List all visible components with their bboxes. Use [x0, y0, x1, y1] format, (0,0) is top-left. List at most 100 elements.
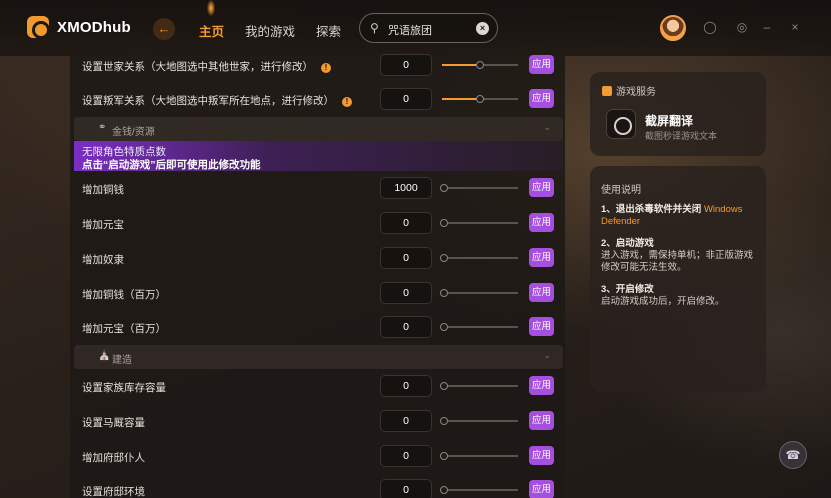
game-service-card: 游戏服务 截屏翻译 截图秒译游戏文本 [590, 72, 766, 156]
value-input[interactable]: 0 [380, 88, 432, 110]
arrow-left-icon: ← [157, 21, 171, 36]
instructions-title: 使用说明 [601, 185, 641, 196]
apply-button[interactable]: 应用 [529, 480, 554, 498]
clear-search-button[interactable]: × [476, 22, 489, 35]
mod-label: 增加铜钱（百万） [82, 289, 166, 301]
value-slider[interactable] [440, 323, 518, 331]
value-slider[interactable] [440, 289, 518, 297]
main-nav: 主页 我的游戏 探索 [199, 21, 362, 40]
game-service-header: 游戏服务 [602, 83, 656, 98]
apply-button[interactable]: 应用 [529, 446, 554, 465]
notice-banner: 无限角色特质点数 点击“启动游戏”后即可使用此修改功能 [74, 141, 563, 171]
value-slider[interactable] [442, 95, 518, 103]
section-title: 建造 [112, 355, 132, 366]
nav-my-games[interactable]: 我的游戏 [245, 21, 295, 40]
value-input[interactable]: 0 [380, 282, 432, 304]
chevron-down-icon: ⌄ [543, 122, 551, 132]
settings-icon[interactable]: ◎ [735, 20, 749, 34]
active-tab-glow [207, 0, 215, 16]
apply-button[interactable]: 应用 [529, 55, 554, 74]
instruction-step: 1、退出杀毒软件并关闭 Windows Defender [601, 204, 743, 227]
apply-button[interactable]: 应用 [529, 248, 554, 267]
mod-row: 设置家族库存容量 0 应用 [70, 369, 565, 404]
mod-label: 设置府邸环境 [82, 486, 145, 498]
apply-button[interactable]: 应用 [529, 411, 554, 430]
translate-icon[interactable] [606, 109, 636, 139]
app-name: XMODhub [57, 18, 131, 36]
money-bag-icon: ⚭ [98, 122, 107, 133]
warning-icon: ! [321, 63, 331, 73]
mod-label: 设置世家关系（大地图选中其他世家，进行修改）! [82, 59, 331, 74]
mod-row: 设置叛军关系（大地图选中叛军所在地点，进行修改）! 0 应用 [70, 82, 565, 117]
mod-row: 增加铜钱（百万） 0 应用 [70, 276, 565, 311]
apply-button[interactable]: 应用 [529, 283, 554, 302]
instruction-step: 3、开启修改 启动游戏成功后，开启修改。 [601, 284, 725, 307]
avatar[interactable] [660, 15, 686, 41]
chevron-down-icon: ⌄ [543, 350, 551, 360]
value-slider[interactable] [440, 486, 518, 494]
tool-title[interactable]: 截屏翻译 [645, 112, 693, 129]
mod-row: 增加府邸仆人 0 应用 [70, 439, 565, 474]
value-input[interactable]: 0 [380, 410, 432, 432]
mod-row: 设置府邸环境 0 应用 [70, 473, 565, 498]
tool-description: 截图秒译游戏文本 [645, 131, 718, 141]
value-slider[interactable] [440, 417, 518, 425]
apply-button[interactable]: 应用 [529, 213, 554, 232]
value-input[interactable]: 1000 [380, 177, 432, 199]
apply-button[interactable]: 应用 [529, 317, 554, 336]
mod-label: 增加元宝（百万） [82, 323, 166, 335]
value-slider[interactable] [440, 254, 518, 262]
value-input[interactable]: 0 [380, 212, 432, 234]
headset-icon: ☎ [785, 448, 801, 462]
mod-label: 设置马厩容量 [82, 417, 145, 429]
back-button[interactable]: ← [153, 18, 175, 40]
mod-row: 增加元宝 0 应用 [70, 206, 565, 241]
value-slider[interactable] [440, 219, 518, 227]
value-slider[interactable] [440, 382, 518, 390]
mod-row: 增加铜钱 1000 应用 [70, 171, 565, 206]
mod-label: 增加元宝 [82, 219, 124, 231]
nav-explore[interactable]: 探索 [316, 21, 341, 40]
value-slider[interactable] [442, 61, 518, 69]
value-slider[interactable] [440, 184, 518, 192]
close-icon[interactable]: × [788, 20, 802, 34]
warning-icon: ! [342, 97, 352, 107]
logo: XMODhub [27, 16, 131, 39]
search-input[interactable]: ⚲ 咒语旅团 × [359, 13, 498, 43]
mod-label: 设置叛军关系（大地图选中叛军所在地点，进行修改）! [82, 93, 352, 108]
nav-home[interactable]: 主页 [199, 21, 224, 40]
section-money[interactable]: ⚭ 金钱/资源 ⌄ [74, 117, 563, 141]
value-input[interactable]: 0 [380, 247, 432, 269]
minimize-icon[interactable]: – [760, 20, 774, 34]
apply-button[interactable]: 应用 [529, 89, 554, 108]
mod-row: 设置世家关系（大地图选中其他世家，进行修改）! 0 应用 [70, 48, 565, 83]
value-input[interactable]: 0 [380, 479, 432, 498]
mod-row: 增加奴隶 0 应用 [70, 241, 565, 276]
banner-hint: 点击“启动游戏”后即可使用此修改功能 [82, 159, 261, 171]
section-title: 金钱/资源 [112, 127, 155, 138]
gift-icon [602, 86, 612, 96]
value-slider[interactable] [440, 452, 518, 460]
value-input[interactable]: 0 [380, 54, 432, 76]
value-input[interactable]: 0 [380, 375, 432, 397]
mod-label: 增加铜钱 [82, 184, 124, 196]
instructions-card: 使用说明 1、退出杀毒软件并关闭 Windows Defender 2、启动游戏… [590, 166, 766, 392]
instruction-step: 2、启动游戏 进入游戏，需保持单机；非正版游戏修改可能无法生效。 [601, 238, 754, 273]
apply-button[interactable]: 应用 [529, 178, 554, 197]
mod-list-panel: 设置世家关系（大地图选中其他世家，进行修改）! 0 应用 设置叛军关系（大地图选… [70, 54, 565, 498]
search-value: 咒语旅团 [388, 25, 432, 37]
mod-row: 增加元宝（百万） 0 应用 [70, 310, 565, 345]
notification-icon[interactable]: ◯ [703, 20, 717, 34]
search-icon: ⚲ [370, 21, 379, 35]
mod-label: 增加奴隶 [82, 254, 124, 266]
apply-button[interactable]: 应用 [529, 376, 554, 395]
section-build[interactable]: ⛪ 建造 ⌄ [74, 345, 563, 369]
value-input[interactable]: 0 [380, 445, 432, 467]
mod-row: 设置马厩容量 0 应用 [70, 404, 565, 439]
mod-label: 增加府邸仆人 [82, 452, 145, 464]
logo-icon [27, 16, 50, 39]
building-icon: ⛪ [98, 350, 111, 361]
support-headset-button[interactable]: ☎ [779, 441, 807, 469]
value-input[interactable]: 0 [380, 316, 432, 338]
mod-label: 设置家族库存容量 [82, 382, 166, 394]
